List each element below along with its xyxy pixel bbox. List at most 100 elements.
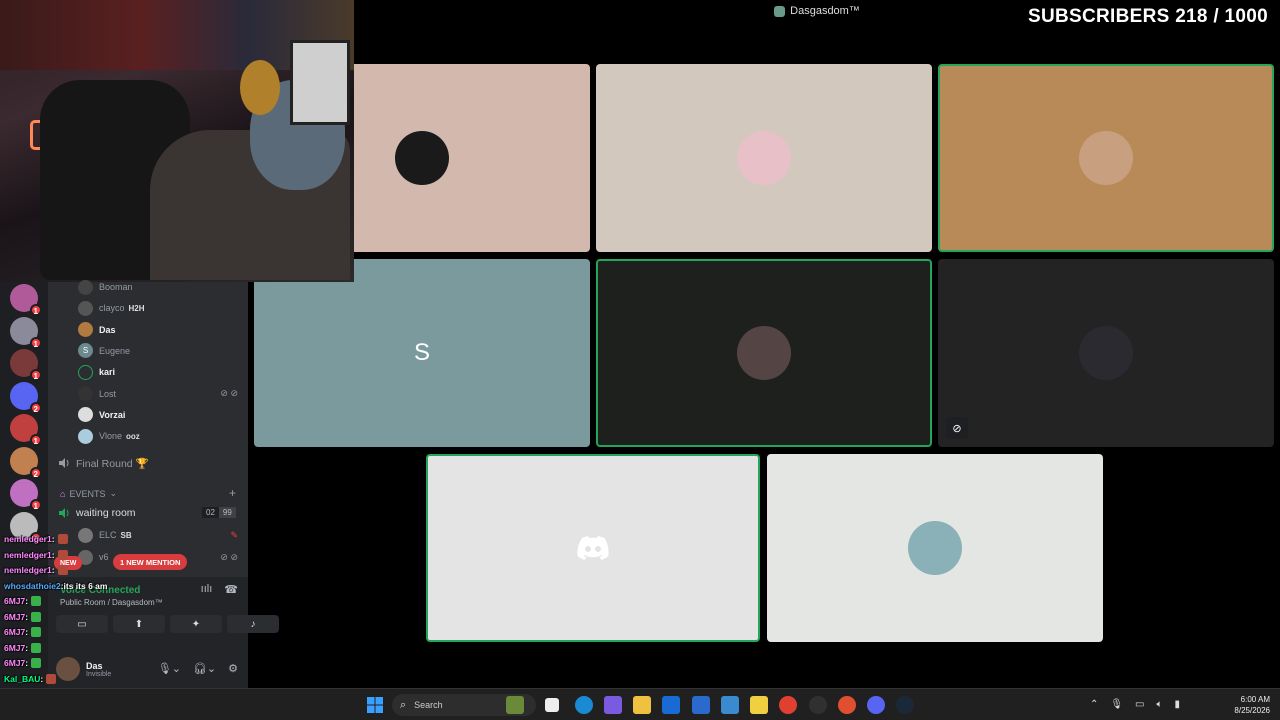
server-icon[interactable]: 2	[10, 446, 42, 479]
voice-user-name: Vorzai	[99, 409, 126, 420]
server-icon[interactable]: 1	[10, 316, 42, 349]
chat-separator: :	[25, 627, 29, 637]
voice-user-name: kari	[99, 367, 116, 378]
norton-icon[interactable]	[750, 696, 768, 714]
taskbar-clock[interactable]: 6:00 AM 8/25/2026	[1234, 694, 1270, 716]
emote-icon	[46, 673, 57, 684]
system-tray: ⌃ 🎙︎ ▭ 🔈︎ ▮	[1090, 699, 1180, 710]
participant-initial: S	[413, 339, 431, 366]
server-mention-badge: 2	[29, 401, 42, 414]
chevron-up-icon[interactable]: ⌃	[1090, 699, 1098, 710]
search-highlight-icon[interactable]	[506, 696, 524, 714]
participant-avatar	[395, 131, 449, 185]
chat-username: 6MJ7	[4, 611, 26, 622]
user-tag: H2H	[128, 303, 145, 313]
display-icon[interactable]: ▭	[1135, 699, 1144, 710]
edge-icon[interactable]	[575, 696, 593, 714]
discord-logo-icon	[577, 536, 609, 560]
user-count-current: 02	[202, 507, 219, 518]
chat-message: nemledger1 :	[4, 565, 68, 575]
chat-message: Kal_BAU :	[4, 673, 57, 684]
clock-time: 6:00 AM	[1240, 695, 1270, 704]
voice-user-name: clayco	[99, 303, 125, 314]
volume-icon[interactable]: 🔈︎	[1156, 699, 1162, 710]
speaker-icon	[59, 458, 69, 468]
channel-waiting-room[interactable]: waiting room	[58, 504, 136, 522]
server-icon[interactable]: 2	[10, 381, 42, 414]
webcam-poster	[290, 40, 350, 125]
search-icon: ⌕	[400, 698, 407, 711]
voice-user[interactable]: Das	[78, 321, 116, 339]
chat-message: 6MJ7 :	[4, 642, 42, 653]
participant-tile[interactable]: ⊘	[938, 259, 1274, 447]
voice-user-name: Das	[99, 324, 116, 335]
participant-avatar	[737, 131, 791, 185]
participant-tile[interactable]	[596, 259, 932, 447]
voice-user[interactable]: Booman	[78, 278, 133, 296]
participant-tile[interactable]: S	[254, 259, 590, 447]
chat-username: whosdathoie2	[4, 580, 61, 591]
avatar	[78, 322, 93, 338]
windows-start-icon[interactable]	[366, 696, 384, 714]
server-icon[interactable]: 1	[10, 414, 42, 446]
emote-icon	[57, 534, 68, 544]
server-icon[interactable]: 1	[10, 479, 42, 511]
avatar	[78, 428, 93, 444]
window-title: Dasgasdom™	[790, 5, 860, 17]
server-icon[interactable]: 1	[10, 349, 42, 381]
voice-user[interactable]: Lost	[78, 385, 116, 403]
chat-separator: :	[40, 673, 44, 684]
outlook-icon[interactable]	[662, 696, 680, 714]
search-placeholder: Search	[414, 700, 443, 710]
voice-user[interactable]: Vorzai	[78, 406, 125, 424]
chrome-profile-icon[interactable]	[838, 696, 856, 714]
chat-message: 6MJ7 :	[4, 611, 42, 622]
file-explorer-icon[interactable]	[633, 696, 651, 714]
participant-tile[interactable]	[767, 454, 1103, 642]
microphone-tray-icon[interactable]: 🎙︎	[1110, 699, 1123, 710]
category-events[interactable]: ⌂ EVENTS ⌄	[60, 488, 117, 499]
chat-username: nemledger1	[4, 549, 52, 560]
battery-icon[interactable]: ▮	[1174, 699, 1180, 710]
participant-tile[interactable]	[938, 64, 1274, 252]
voice-user-name: Vlone	[99, 431, 123, 442]
voice-user[interactable]: S Eugene	[78, 342, 130, 360]
chat-username: 6MJ7	[4, 642, 26, 653]
channel-final-round[interactable]: Final Round 🏆	[58, 454, 149, 472]
server-icon[interactable]: 1	[10, 284, 42, 316]
channel-final-round-label: Final Round 🏆	[76, 457, 149, 470]
chat-separator: :	[25, 596, 29, 606]
participant-tile[interactable]	[426, 454, 760, 642]
speaker-icon	[59, 508, 69, 518]
voice-user[interactable]: clayco H2H	[78, 299, 145, 317]
avatar	[78, 407, 93, 423]
task-view-icon[interactable]	[545, 698, 559, 712]
discord-icon[interactable]	[867, 696, 885, 714]
participant-tile[interactable]	[596, 64, 932, 252]
obs-icon[interactable]	[809, 696, 827, 714]
store-icon[interactable]	[692, 696, 710, 714]
participant-avatar	[908, 521, 962, 575]
voice-user-name: Eugene	[99, 345, 131, 356]
add-channel-button[interactable]: +	[229, 486, 236, 500]
avatar	[78, 279, 93, 295]
steam-icon[interactable]	[896, 696, 914, 714]
chrome-icon[interactable]	[779, 696, 797, 714]
server-mention-badge: 1	[29, 369, 42, 381]
copilot-icon[interactable]	[604, 696, 622, 714]
voice-user-name: Lost	[99, 388, 117, 399]
chat-username: nemledger1	[4, 534, 52, 544]
emote-icon	[31, 596, 42, 606]
app-icon[interactable]	[721, 696, 739, 714]
camera-off-icon: ⊘	[946, 417, 968, 439]
webcam-overlay	[0, 0, 354, 282]
chat-message: 6MJ7 :	[4, 596, 42, 606]
chat-username: nemledger1	[4, 565, 52, 575]
desktop: Dasgasdom™ S ⊘ 11121213 Booman clayco H2H Da…	[0, 0, 1280, 720]
server-mention-badge: 2	[29, 466, 42, 479]
voice-user[interactable]: kari	[78, 363, 115, 381]
avatar	[78, 386, 93, 401]
voice-user[interactable]: Vlone ooz	[78, 427, 140, 445]
chat-username: Kal_BAU	[4, 673, 41, 684]
category-events-label: EVENTS	[69, 488, 106, 499]
